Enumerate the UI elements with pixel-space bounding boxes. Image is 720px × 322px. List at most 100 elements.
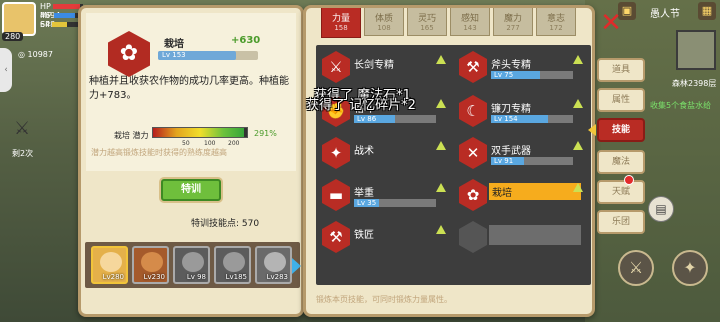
side-expand-tab[interactable]: ‹	[0, 48, 12, 92]
menu-item-attributes[interactable]: 属性	[597, 88, 645, 112]
next-character-arrow-icon[interactable]	[292, 258, 301, 274]
book-icon[interactable]: ▤	[648, 196, 674, 222]
train-points: 特训技能点: 570	[191, 216, 259, 229]
skill-two-handed[interactable]: ✕ 双手武器 Lv 91	[459, 137, 585, 169]
train-button[interactable]: 特训	[161, 179, 221, 201]
character-slot[interactable]: Lv280	[91, 246, 128, 284]
plant-icon: ✿	[108, 31, 150, 77]
skill-axe[interactable]: ⚒ 斧头专精 Lv 75	[459, 51, 585, 83]
menu-item-magic[interactable]: 魔法	[597, 150, 645, 174]
skill-level-bar: Lv 35	[354, 199, 436, 207]
notification-dot	[624, 175, 634, 185]
hp-label: HP	[40, 2, 51, 11]
selected-skill-title: 栽培	[164, 39, 184, 50]
skill-blacksmith[interactable]: ⚒ 铁匠	[322, 221, 448, 253]
close-icon[interactable]: ✕	[598, 10, 624, 36]
skills-panel: 力量 158 体质 108 灵巧 165 感知 143 魔力 277 意志 172 ⚔ 长剑专…	[303, 5, 595, 317]
loot-notification: 获得了 记忆碎片*2	[306, 98, 416, 113]
character-selector: Lv280 Lv230 Lv 98 Lv185 Lv283	[85, 242, 300, 288]
upgrade-arrow-icon[interactable]	[573, 55, 583, 64]
character-slot[interactable]: Lv185	[214, 246, 251, 284]
skill-name: 铁匠	[354, 230, 374, 241]
skill-detail-panel: ✿ 栽培 +630 Lv 153 种植并且收获农作物的成功几率更高。种植能力+7…	[78, 5, 304, 317]
player-status: HP 4694 MP 648 SP 280	[0, 0, 85, 41]
player-avatar[interactable]	[2, 2, 36, 36]
upgrade-arrow-icon[interactable]	[436, 55, 446, 64]
skill-detail-card: ✿ 栽培 +630 Lv 153 种植并且收获农作物的成功几率更高。种植能力+7…	[86, 13, 296, 171]
quest-tracker[interactable]: 收集5个食盐水给	[650, 100, 711, 111]
selected-skill-level-bar: Lv 153	[158, 51, 258, 60]
upgrade-arrow-icon[interactable]	[436, 141, 446, 150]
tab-dexterity[interactable]: 灵巧 165	[407, 8, 447, 36]
tab-label: 力量	[331, 14, 350, 24]
skill-name: 长剑专精	[354, 60, 394, 71]
tab-value: 143	[463, 24, 477, 32]
tab-label: 体质	[374, 14, 393, 24]
tab-perception[interactable]: 感知 143	[450, 8, 490, 36]
footer-note: 锻炼本页技能，可同时锻炼力量属性。	[316, 295, 452, 304]
tab-value: 277	[506, 24, 520, 32]
upgrade-arrow-icon[interactable]	[573, 141, 583, 150]
sp-label: SP	[40, 20, 50, 29]
selected-skill-bonus: +630	[231, 35, 261, 46]
skill-level: Lv 35	[357, 199, 377, 207]
skill-weightlifting[interactable]: ▬ 举重 Lv 35	[322, 179, 448, 211]
character-level: Lv283	[266, 273, 288, 281]
menu-item-items[interactable]: 道具	[597, 58, 645, 82]
scythe-icon: ☾	[459, 95, 487, 127]
plant-icon: ✿	[459, 179, 487, 211]
minimap[interactable]	[676, 30, 716, 70]
skill-name: 双手武器	[491, 146, 531, 157]
currency-display: ◎ 10987	[18, 50, 53, 59]
upgrade-arrow-icon[interactable]	[436, 99, 446, 108]
skill-cultivation[interactable]: ✿ 栽培	[459, 179, 585, 211]
skill-scythe[interactable]: ☾ 镰刀专精 Lv 154	[459, 95, 585, 127]
floor-label: 森林2398层	[672, 79, 717, 88]
skill-level-bar: Lv 75	[491, 71, 573, 79]
weapon-action-button[interactable]: ⚔	[618, 250, 654, 286]
character-level: Lv185	[225, 273, 247, 281]
character-slot[interactable]: Lv 98	[173, 246, 210, 284]
tactics-icon: ✦	[322, 137, 350, 169]
character-slot[interactable]: Lv283	[255, 246, 292, 284]
tab-value: 172	[549, 24, 563, 32]
sp-stat: SP	[40, 20, 83, 29]
anvil-icon: ⚒	[322, 221, 350, 253]
axe-icon: ⚒	[459, 51, 487, 83]
tab-constitution[interactable]: 体质 108	[364, 8, 404, 36]
skill-action-button[interactable]: ✦	[672, 250, 708, 286]
character-level: Lv280	[102, 273, 124, 281]
skill-level-bar: Lv 91	[491, 157, 573, 165]
dumbbell-icon: ▬	[322, 179, 350, 211]
character-slot[interactable]: Lv230	[132, 246, 169, 284]
skill-level: Lv 91	[494, 157, 514, 165]
remaining-count-label: 剩2次	[12, 149, 34, 158]
tab-value: 108	[377, 24, 391, 32]
tab-will[interactable]: 意志 172	[536, 8, 576, 36]
skill-level: Lv 154	[494, 115, 518, 123]
tab-magic[interactable]: 魔力 277	[493, 8, 533, 36]
crossed-swords-icon[interactable]: ⚔	[14, 118, 30, 139]
menu-pointer-icon	[588, 124, 596, 136]
skill-level: Lv 86	[357, 115, 377, 123]
menu-item-skills[interactable]: 技能	[597, 118, 645, 142]
menu-item-talents[interactable]: 天赋	[597, 180, 645, 204]
skill-name: 栽培	[489, 183, 581, 200]
tab-label: 魔力	[503, 14, 522, 24]
skill-level-bar: Lv 86	[354, 115, 436, 123]
skill-tactics[interactable]: ✦ 战术	[322, 137, 448, 169]
tab-strength[interactable]: 力量 158	[321, 8, 361, 38]
calendar-icon[interactable]: ▦	[698, 2, 716, 20]
menu-item-band[interactable]: 乐团	[597, 210, 645, 234]
upgrade-arrow-icon[interactable]	[436, 183, 446, 192]
tab-value: 165	[420, 24, 434, 32]
skill-longsword[interactable]: ⚔ 长剑专精	[322, 51, 448, 83]
upgrade-arrow-icon[interactable]	[573, 183, 583, 192]
skill-locked	[459, 221, 585, 253]
skill-name: 斧头专精	[491, 60, 531, 71]
upgrade-arrow-icon[interactable]	[573, 99, 583, 108]
upgrade-arrow-icon[interactable]	[436, 225, 446, 234]
event-date-label: 愚人节	[650, 9, 680, 20]
player-level-badge: 280	[2, 32, 24, 41]
selected-skill-description: 种植并且收获农作物的成功几率更高。种植能力+783。	[89, 76, 289, 101]
